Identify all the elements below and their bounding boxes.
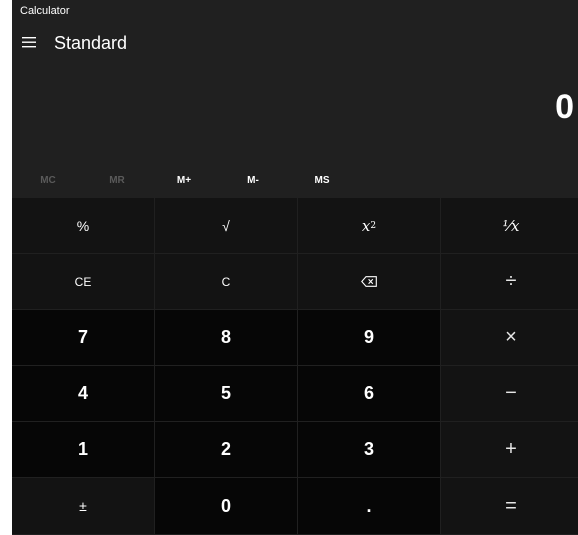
equals-button[interactable]: = (441, 478, 578, 534)
digit-2-button[interactable]: 2 (155, 422, 297, 477)
reciprocal-button[interactable]: ⅟x (441, 198, 578, 253)
clear-entry-button[interactable]: CE (12, 254, 154, 309)
digit-8-button[interactable]: 8 (155, 310, 297, 365)
header: Standard (12, 26, 578, 62)
memory-add-button[interactable]: M+ (150, 168, 218, 194)
square-button-base: x (361, 216, 371, 235)
backspace-icon (361, 276, 377, 287)
navigation-menu-button[interactable] (14, 26, 48, 60)
clear-button[interactable]: C (155, 254, 297, 309)
multiply-button[interactable]: × (441, 310, 578, 365)
digit-4-button[interactable]: 4 (12, 366, 154, 421)
backspace-button[interactable] (298, 254, 440, 309)
memory-recall-button[interactable]: MR (83, 168, 151, 194)
digit-5-button[interactable]: 5 (155, 366, 297, 421)
negate-button[interactable]: ± (12, 478, 154, 534)
window-title: Calculator (20, 5, 70, 17)
calculator-window: Calculator Standard 0 MC MR M+ M- MS % √… (12, 0, 578, 535)
result-display: 0 (555, 88, 574, 126)
divide-button[interactable]: ÷ (441, 254, 578, 309)
memory-subtract-button[interactable]: M- (219, 168, 287, 194)
keypad: % √ x2 ⅟x CE C ÷ 7 8 9 × 4 5 6 − 1 2 3 + (12, 198, 578, 535)
square-button[interactable]: x2 (298, 198, 440, 253)
digit-6-button[interactable]: 6 (298, 366, 440, 421)
title-bar: Calculator (12, 0, 578, 24)
subtract-button[interactable]: − (441, 366, 578, 421)
square-root-button[interactable]: √ (155, 198, 297, 253)
percent-button[interactable]: % (12, 198, 154, 253)
add-button[interactable]: + (441, 422, 578, 477)
digit-7-button[interactable]: 7 (12, 310, 154, 365)
digit-9-button[interactable]: 9 (298, 310, 440, 365)
memory-row: MC MR M+ M- MS (12, 168, 578, 194)
digit-0-button[interactable]: 0 (155, 478, 297, 534)
hamburger-icon (22, 37, 36, 48)
square-button-exponent: 2 (370, 220, 377, 231)
decimal-button[interactable]: . (298, 478, 440, 534)
digit-3-button[interactable]: 3 (298, 422, 440, 477)
memory-store-button[interactable]: MS (288, 168, 356, 194)
digit-1-button[interactable]: 1 (12, 422, 154, 477)
mode-title: Standard (54, 33, 128, 53)
memory-clear-button[interactable]: MC (14, 168, 82, 194)
